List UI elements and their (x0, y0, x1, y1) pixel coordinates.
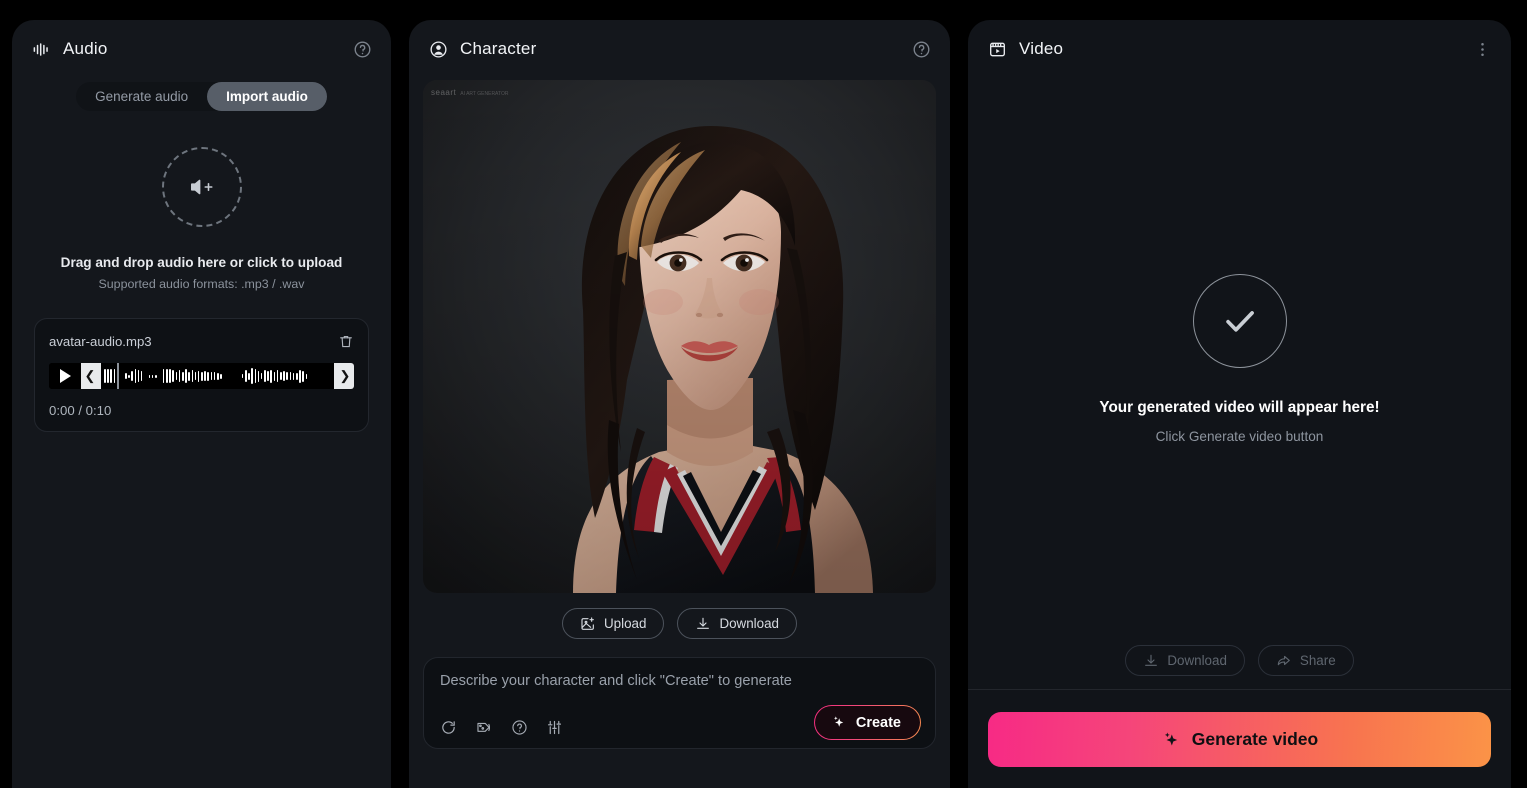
upload-button-label: Upload (604, 616, 647, 631)
help-circle-icon[interactable] (910, 38, 932, 60)
video-panel: Video Your generated video will appear h… (968, 20, 1511, 788)
share-icon (1276, 653, 1292, 669)
create-button-label: Create (855, 714, 901, 731)
audio-file-name: avatar-audio.mp3 (49, 334, 152, 349)
trash-icon[interactable] (338, 333, 354, 350)
audio-file-card: avatar-audio.mp3 ❮ ❯ 0:00 / 0:10 (34, 318, 369, 432)
generate-video-button[interactable]: Generate video (988, 712, 1491, 767)
tab-generate-audio[interactable]: Generate audio (76, 82, 207, 111)
page-title: Audio (63, 39, 108, 58)
dots-vertical-icon[interactable] (1471, 38, 1493, 60)
download-button-label: Download (719, 616, 779, 631)
generate-video-label: Generate video (1191, 729, 1319, 749)
audio-waveform-icon (32, 40, 51, 59)
audio-dropzone-circle[interactable] (161, 147, 242, 227)
sparkle-icon (830, 714, 847, 731)
check-icon (1218, 299, 1262, 343)
character-panel: Character seaart AI ART GENERATOR Upload… (409, 20, 950, 788)
download-button[interactable]: Download (677, 608, 797, 639)
video-download-button[interactable]: Download (1125, 645, 1245, 676)
video-action-row: Download Share (968, 645, 1511, 689)
user-circle-icon (429, 40, 448, 59)
audio-mode-tabs: Generate audio Import audio (12, 82, 391, 111)
character-image-actions: Upload Download (409, 608, 950, 639)
audio-player[interactable]: ❮ ❯ (49, 363, 354, 389)
audio-time-display: 0:00 / 0:10 (49, 403, 112, 418)
video-share-label: Share (1299, 653, 1336, 668)
video-placeholder-subtitle: Click Generate video button (1155, 429, 1324, 444)
video-placeholder-area: Your generated video will appear here! C… (968, 78, 1511, 689)
video-clapper-icon (988, 40, 1007, 59)
dropzone-sub-text: Supported audio formats: .mp3 / .wav (98, 277, 305, 291)
check-circle (1192, 274, 1287, 368)
speaker-plus-icon (189, 176, 215, 198)
character-prompt-box[interactable]: Describe your character and click "Creat… (423, 657, 936, 749)
character-portrait (423, 80, 936, 593)
audio-waveform-track[interactable] (99, 363, 336, 389)
dropzone-main-text: Drag and drop audio here or click to upl… (60, 255, 343, 270)
style-reference-icon[interactable] (475, 719, 493, 736)
refresh-icon[interactable] (440, 719, 457, 736)
help-circle-icon[interactable] (511, 719, 528, 736)
audio-panel: Audio Generate audio Import audio Drag a… (12, 20, 391, 788)
video-panel-header: Video (968, 20, 1511, 78)
video-share-button[interactable]: Share (1257, 645, 1354, 676)
character-preview-image[interactable]: seaart AI ART GENERATOR (423, 80, 936, 593)
audio-panel-header: Audio (12, 20, 391, 78)
chevron-right-icon[interactable]: ❯ (336, 363, 354, 389)
audio-file-row: avatar-audio.mp3 (49, 333, 354, 350)
image-plus-icon (580, 616, 596, 632)
create-button[interactable]: Create (814, 705, 921, 740)
video-placeholder-title: Your generated video will appear here! (1099, 399, 1380, 416)
play-icon[interactable] (49, 363, 81, 389)
audio-dropzone[interactable]: Drag and drop audio here or click to upl… (12, 147, 391, 291)
character-title: Character (460, 39, 537, 58)
video-download-label: Download (1167, 653, 1227, 668)
generate-video-area: Generate video (968, 690, 1511, 788)
video-title: Video (1019, 39, 1064, 58)
download-icon (1143, 653, 1159, 669)
upload-button[interactable]: Upload (562, 608, 665, 639)
tab-import-audio[interactable]: Import audio (207, 82, 327, 111)
character-panel-header: Character (409, 20, 950, 78)
help-circle-icon[interactable] (351, 38, 373, 60)
chevron-left-icon[interactable]: ❮ (81, 363, 99, 389)
image-watermark: seaart AI ART GENERATOR (431, 88, 509, 97)
download-icon (695, 616, 711, 632)
sparkle-icon (1161, 730, 1181, 750)
prompt-toolbar (440, 719, 563, 736)
app-root: Audio Generate audio Import audio Drag a… (0, 0, 1527, 788)
sliders-icon[interactable] (546, 719, 563, 736)
character-prompt-input[interactable]: Describe your character and click "Creat… (440, 673, 919, 689)
